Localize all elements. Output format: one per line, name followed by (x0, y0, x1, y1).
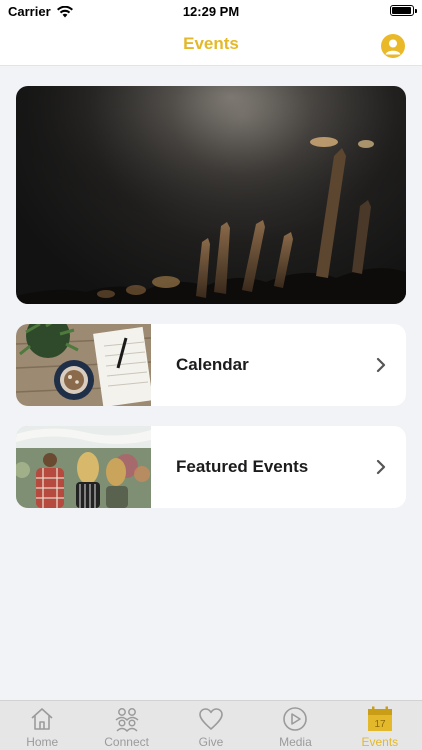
tab-label: Media (279, 735, 312, 749)
outdoor-market-image (16, 426, 151, 508)
play-icon (283, 707, 308, 731)
house-icon (31, 708, 53, 730)
tab-give[interactable]: Give (169, 701, 253, 750)
status-time: 12:29 PM (182, 4, 240, 19)
person-icon (385, 39, 401, 55)
tab-label: Events (361, 735, 399, 749)
hero-banner[interactable] (16, 86, 406, 304)
profile-button[interactable] (381, 34, 405, 58)
battery-icon (390, 5, 417, 16)
card-thumbnail (16, 324, 151, 406)
status-bar: Carrier 12:29 PM (0, 0, 422, 22)
tab-label: Home (26, 735, 59, 749)
featured-events-card[interactable]: Featured Events (16, 426, 406, 508)
calendar-icon: 17 (367, 706, 392, 731)
tab-media[interactable]: Media (253, 701, 337, 750)
tab-label: Connect (104, 735, 149, 749)
chevron-right-icon (376, 459, 386, 475)
tab-bar: Home Connect Give Media 17 Events (0, 700, 422, 750)
tab-connect[interactable]: Connect (84, 701, 168, 750)
calendar-card[interactable]: Calendar (16, 324, 406, 406)
heart-icon (199, 708, 223, 730)
card-thumbnail (16, 426, 151, 508)
tab-events[interactable]: 17 Events (338, 701, 422, 750)
card-label: Calendar (176, 355, 249, 374)
concert-crowd-image (16, 86, 406, 304)
page-title: Events (183, 34, 239, 53)
tab-label: Give (198, 735, 224, 749)
card-label: Featured Events (176, 457, 309, 476)
chevron-right-icon (376, 357, 386, 373)
planner-and-coffee-image (16, 324, 151, 406)
calendar-day-label: 17 (374, 719, 386, 730)
tab-home[interactable]: Home (0, 701, 84, 750)
navigation-bar: Events (0, 22, 422, 66)
people-icon (115, 708, 139, 733)
